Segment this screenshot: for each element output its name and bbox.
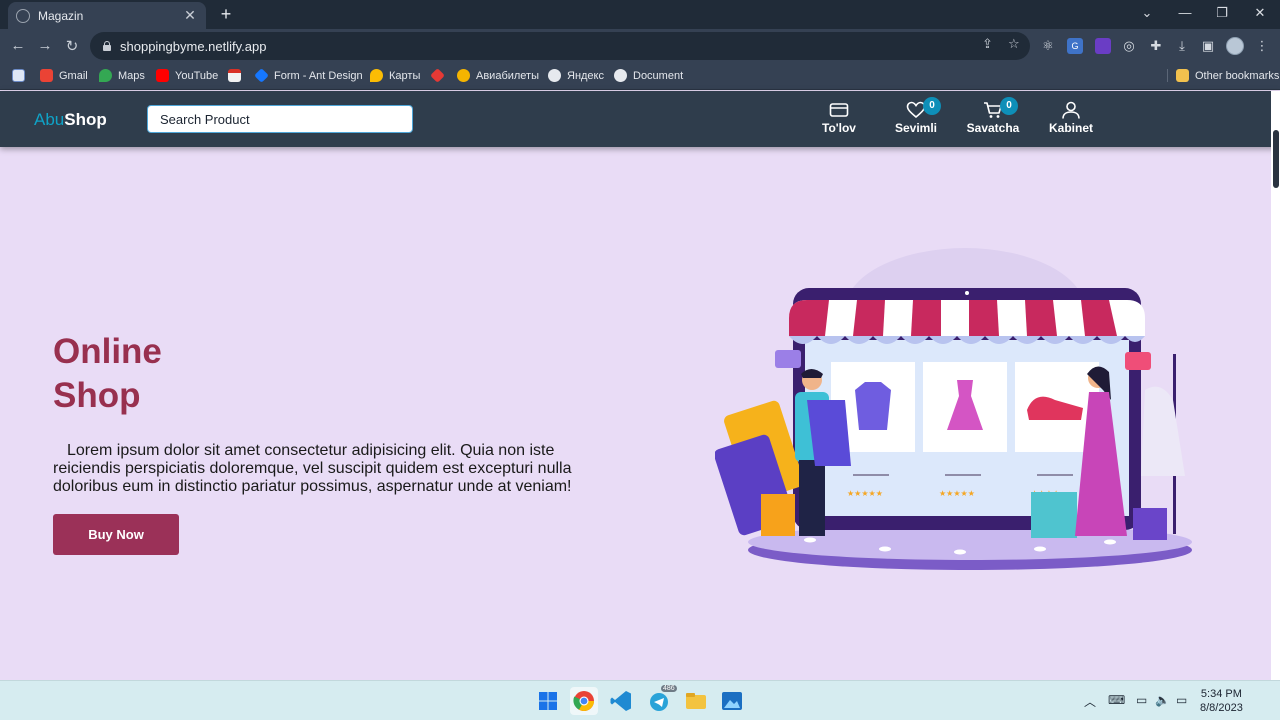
side-panel-icon[interactable]: ▣ bbox=[1200, 38, 1216, 54]
extension-purple-icon[interactable] bbox=[1095, 38, 1111, 54]
bookmark-yandex[interactable]: Яндекс bbox=[548, 69, 604, 82]
user-icon bbox=[1062, 101, 1080, 119]
browser-toolbar: ← → ↻ shoppingbyme.netlify.app ⇪ ☆ bbox=[0, 29, 1280, 63]
volume-icon[interactable]: 🔈 bbox=[1155, 693, 1170, 707]
youtube-icon bbox=[156, 69, 169, 82]
forward-button[interactable]: → bbox=[35, 37, 55, 54]
browser-tab-strip: Magazin ✕ + ⌄ — ❐ ✕ bbox=[0, 0, 1280, 29]
gmail-icon bbox=[40, 69, 53, 82]
url-text: shoppingbyme.netlify.app bbox=[120, 38, 267, 54]
share-icon[interactable]: ⇪ bbox=[982, 36, 993, 52]
file-explorer-icon[interactable] bbox=[682, 687, 710, 715]
telegram-badge: 486 bbox=[661, 685, 677, 692]
windows-taskbar: 486 ︿ ⌨ ▭ 🔈 ▭ 5:34 PM 8/8/2023 bbox=[0, 680, 1280, 720]
address-bar[interactable]: shoppingbyme.netlify.app bbox=[90, 32, 1030, 60]
battery-icon[interactable]: ▭ bbox=[1176, 693, 1187, 707]
folder-icon bbox=[1176, 69, 1189, 82]
site-logo[interactable]: AbuShop bbox=[34, 110, 107, 130]
favorites-count-badge: 0 bbox=[923, 97, 941, 115]
keyboard-icon[interactable]: ⌨ bbox=[1108, 693, 1125, 707]
browser-tab[interactable]: Magazin ✕ bbox=[8, 2, 206, 29]
hero-title: Online Shop bbox=[53, 332, 162, 415]
vscode-icon[interactable] bbox=[607, 687, 635, 715]
search-input[interactable] bbox=[147, 105, 413, 133]
chrome-icon[interactable] bbox=[570, 687, 598, 715]
credit-card-icon bbox=[829, 103, 849, 117]
diamond-icon bbox=[430, 68, 445, 83]
globe-icon bbox=[548, 69, 561, 82]
monitor-icon[interactable]: ▭ bbox=[1136, 693, 1147, 707]
new-tab-button[interactable]: + bbox=[216, 4, 236, 25]
online-shop-illustration: ★★★★★★★★★★★★★★ bbox=[715, 248, 1192, 570]
bookmark-karty[interactable]: Карты bbox=[370, 69, 420, 82]
calendar-icon bbox=[228, 69, 241, 82]
tab-title: Magazin bbox=[38, 8, 84, 23]
menu-kebab-icon[interactable]: ⋮ bbox=[1254, 38, 1270, 54]
extensions-puzzle-icon[interactable]: ✚ bbox=[1148, 38, 1164, 54]
extension-translate-icon[interactable]: G bbox=[1067, 38, 1083, 54]
scrollbar-thumb[interactable] bbox=[1273, 130, 1279, 188]
bookmark-star-icon[interactable]: ☆ bbox=[1008, 36, 1020, 52]
back-button[interactable]: ← bbox=[8, 37, 28, 54]
minimize-button[interactable]: — bbox=[1175, 5, 1195, 20]
extension-react-icon[interactable]: ⚛ bbox=[1040, 38, 1056, 54]
svg-text:★★★★★: ★★★★★ bbox=[847, 489, 883, 498]
nav-cart[interactable]: Savatcha 0 bbox=[958, 97, 1028, 135]
buy-now-button[interactable]: Buy Now bbox=[53, 514, 179, 555]
bookmark-gmail[interactable]: Gmail bbox=[40, 69, 88, 82]
reload-button[interactable]: ↻ bbox=[62, 37, 82, 55]
globe-icon bbox=[16, 8, 30, 23]
bookmark-maps[interactable]: Maps bbox=[99, 69, 145, 82]
svg-text:★★★★★: ★★★★★ bbox=[939, 489, 975, 498]
bookmark-youtube[interactable]: YouTube bbox=[156, 69, 218, 82]
site-header: AbuShop To'lov Sevimli 0 Savatcha 0 Kabi… bbox=[0, 91, 1280, 147]
tray-chevron-icon[interactable]: ︿ bbox=[1084, 693, 1096, 710]
telegram-icon[interactable]: 486 bbox=[645, 685, 677, 715]
bookmark-ant-design[interactable]: Form - Ant Design bbox=[254, 68, 363, 83]
nav-payment[interactable]: To'lov bbox=[804, 101, 874, 135]
apps-icon[interactable] bbox=[12, 69, 31, 82]
cart-count-badge: 0 bbox=[1000, 97, 1018, 115]
maps-icon bbox=[370, 69, 383, 82]
profile-avatar[interactable] bbox=[1226, 37, 1244, 55]
nav-favorites[interactable]: Sevimli 0 bbox=[881, 97, 951, 135]
bookmark-diamond[interactable] bbox=[430, 68, 450, 83]
nav-account[interactable]: Kabinet bbox=[1036, 101, 1106, 135]
bookmark-calendar[interactable] bbox=[228, 69, 247, 82]
globe-icon bbox=[614, 69, 627, 82]
restore-button[interactable]: ❐ bbox=[1212, 5, 1232, 21]
maps-icon bbox=[99, 69, 112, 82]
other-bookmarks[interactable]: Other bookmarks bbox=[1167, 69, 1279, 82]
bookmark-document[interactable]: Document bbox=[614, 69, 683, 82]
bookmarks-bar: Gmail Maps YouTube Form - Ant Design Кар… bbox=[0, 63, 1280, 90]
photos-icon[interactable] bbox=[718, 687, 746, 715]
windows-start-icon[interactable] bbox=[534, 687, 562, 715]
extension-circle-icon[interactable]: ◎ bbox=[1121, 38, 1137, 54]
window-close-button[interactable]: ✕ bbox=[1250, 5, 1270, 21]
lock-icon bbox=[102, 41, 112, 51]
close-tab-icon[interactable]: ✕ bbox=[182, 7, 198, 24]
tab-search-icon[interactable]: ⌄ bbox=[1137, 5, 1157, 21]
download-icon[interactable]: ⤓ bbox=[1174, 38, 1190, 54]
plane-icon bbox=[457, 69, 470, 82]
bookmark-aviabilety[interactable]: Авиабилеты bbox=[457, 69, 539, 82]
ant-design-icon bbox=[254, 68, 269, 83]
hero-description: Lorem ipsum dolor sit amet consectetur a… bbox=[53, 442, 572, 495]
system-clock[interactable]: 5:34 PM 8/8/2023 bbox=[1200, 687, 1243, 715]
